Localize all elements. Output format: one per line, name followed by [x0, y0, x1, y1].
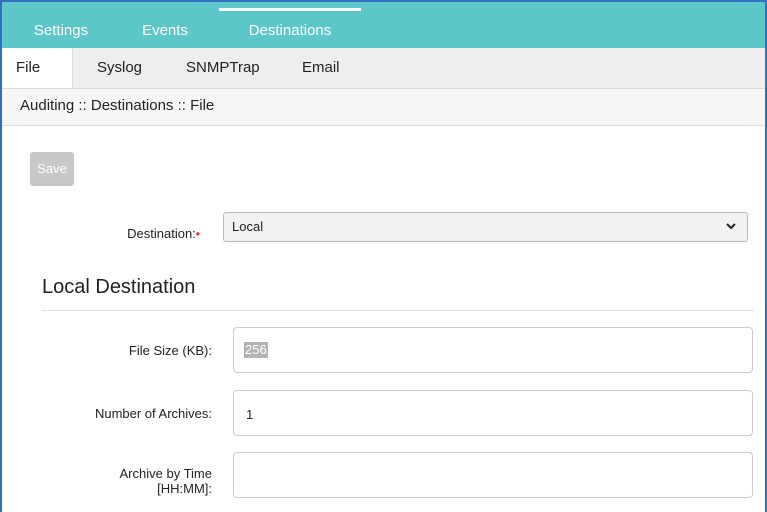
subtab-file[interactable]: File: [2, 48, 73, 88]
tab-settings[interactable]: Settings: [26, 2, 96, 48]
tab-events[interactable]: Events: [130, 2, 200, 48]
archive-time-label-line1: Archive by Time: [119, 466, 212, 481]
chevron-down-icon: [726, 223, 736, 230]
subtab-syslog[interactable]: Syslog: [97, 48, 142, 88]
save-button[interactable]: Save: [30, 152, 74, 186]
num-archives-field[interactable]: [233, 390, 753, 437]
num-archives-label: Number of Archives:: [94, 406, 212, 421]
destination-label-text: Destination:: [127, 226, 196, 241]
archive-time-input[interactable]: [244, 453, 728, 499]
breadcrumb-text: Auditing :: Destinations :: File: [20, 97, 215, 114]
archive-time-field[interactable]: [233, 452, 753, 499]
destination-select-value: Local: [232, 219, 264, 234]
archive-time-label: Archive by Time [HH:MM]:: [90, 466, 212, 496]
section-divider: [42, 310, 754, 311]
num-archives-input[interactable]: [244, 391, 728, 437]
archive-time-label-line2: [HH:MM]:: [157, 481, 212, 496]
file-size-label: File Size (KB):: [128, 343, 212, 358]
breadcrumb: Auditing :: Destinations :: File: [2, 89, 765, 126]
subtab-email[interactable]: Email: [302, 48, 340, 88]
destination-label: Destination:•: [90, 226, 200, 241]
file-size-field[interactable]: 256: [233, 327, 753, 373]
file-size-value: 256: [244, 342, 268, 358]
destination-select[interactable]: Local: [223, 212, 748, 242]
section-title: Local Destination: [42, 276, 196, 298]
sub-navigation: File Syslog SNMPTrap Email: [2, 48, 765, 89]
required-indicator: •: [195, 227, 200, 241]
tab-destinations[interactable]: Destinations: [219, 2, 361, 48]
subtab-snmptrap[interactable]: SNMPTrap: [186, 48, 260, 88]
top-navigation: Settings Events Destinations: [2, 2, 765, 48]
